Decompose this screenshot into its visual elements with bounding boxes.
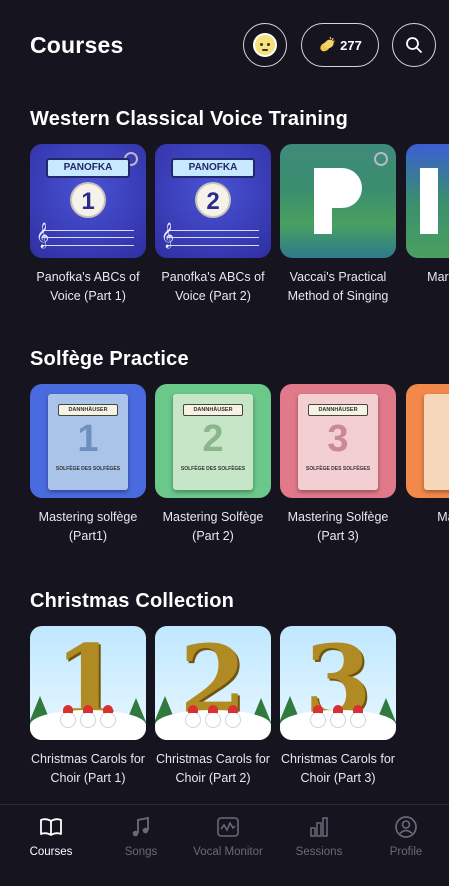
snowman-figure xyxy=(185,705,201,728)
progress-ring-icon xyxy=(374,152,388,166)
clapping-hands-icon xyxy=(320,36,335,52)
course-thumbnail xyxy=(406,384,449,498)
tab-label: Vocal Monitor xyxy=(193,846,263,858)
course-title: Marc Elemen xyxy=(427,270,449,284)
book-number: 1 xyxy=(77,418,99,460)
music-staff xyxy=(42,230,134,246)
book-cover: DANNHÄUSER 1 SOLFÈGE DES SOLFÈGES xyxy=(48,394,128,490)
search-button[interactable] xyxy=(392,23,436,67)
music-staff xyxy=(167,230,259,246)
course-thumbnail xyxy=(280,144,396,258)
course-title: Panofka's ABCs of Voice (Part 1) xyxy=(36,270,140,303)
thumbnail-banner: PANOFKA xyxy=(171,158,255,178)
course-row[interactable]: 1 Christmas Carols for Choir (Part 1) 2 … xyxy=(0,626,449,826)
course-thumbnail: DANNHÄUSER 1 SOLFÈGE DES SOLFÈGES xyxy=(30,384,146,498)
book-banner: DANNHÄUSER xyxy=(308,404,368,416)
tab-sessions[interactable]: Sessions xyxy=(279,814,359,858)
course-thumbnail: PANOFKA 1 𝄞 xyxy=(30,144,146,258)
snowman-figure xyxy=(330,705,346,728)
avatar xyxy=(253,33,277,57)
bar-chart-icon xyxy=(310,817,328,837)
course-thumbnail: DANNHÄUSER 2 SOLFÈGE DES SOLFÈGES xyxy=(155,384,271,498)
music-note-icon xyxy=(132,816,149,837)
treble-clef-icon: 𝄞 xyxy=(36,222,50,247)
section-title: Solfège Practice xyxy=(30,348,189,370)
course-title: Christmas Carols for Choir (Part 2) xyxy=(156,752,270,785)
tab-label: Sessions xyxy=(295,846,343,858)
avatar-button[interactable] xyxy=(243,23,287,67)
book-subtitle: SOLFÈGE DES SOLFÈGES xyxy=(305,466,371,472)
course-title: Mastering Solfège (Part 3) xyxy=(287,510,389,543)
tab-courses[interactable]: Courses xyxy=(11,814,91,858)
coins-button[interactable]: 277 xyxy=(301,23,379,67)
profile-icon xyxy=(395,816,417,838)
waveform-icon xyxy=(217,817,239,837)
thumbnail-number: 1 xyxy=(70,182,106,218)
letter-p-stem xyxy=(314,168,332,234)
thumbnail-number: 2 xyxy=(195,182,231,218)
book-icon xyxy=(40,818,62,836)
course-thumbnail: PANOFKA 2 𝄞 xyxy=(155,144,271,258)
letter-shape xyxy=(420,168,438,234)
book-subtitle: SOLFÈGE DES SOLFÈGES xyxy=(180,466,246,472)
snowman-figure xyxy=(100,705,116,728)
course-title: Christmas Carols for Choir (Part 1) xyxy=(31,752,145,785)
course-thumbnail xyxy=(406,144,449,258)
thumbnail-banner: PANOFKA xyxy=(46,158,130,178)
snowman-figure xyxy=(205,705,221,728)
course-thumbnail: 1 xyxy=(30,626,146,740)
course-title: Mastering Solfège (Part 2) xyxy=(162,510,264,543)
book-cover: DANNHÄUSER 3 SOLFÈGE DES SOLFÈGES xyxy=(298,394,378,490)
course-title: Mastering solfège (Part1) xyxy=(38,510,138,543)
search-icon xyxy=(406,37,422,53)
course-title: Master (F xyxy=(437,510,449,524)
header: Courses 277 xyxy=(0,20,449,72)
course-thumbnail: DANNHÄUSER 3 SOLFÈGE DES SOLFÈGES xyxy=(280,384,396,498)
tab-vocal-monitor[interactable]: Vocal Monitor xyxy=(188,814,268,858)
bottom-tab-bar: Courses Songs Vocal Monitor Sessions Pro… xyxy=(0,806,449,886)
book-subtitle: SOLFÈGE DES SOLFÈGES xyxy=(55,466,121,472)
book-number: 2 xyxy=(202,418,224,460)
tab-profile[interactable]: Profile xyxy=(366,814,446,858)
book-number: 3 xyxy=(327,418,349,460)
snowman-figure xyxy=(80,705,96,728)
tab-label: Songs xyxy=(124,846,158,858)
book-banner: DANNHÄUSER xyxy=(58,404,118,416)
tabbar-divider xyxy=(0,804,449,805)
course-row[interactable]: DANNHÄUSER 1 SOLFÈGE DES SOLFÈGES Master… xyxy=(0,384,449,584)
tab-label: Profile xyxy=(389,846,423,858)
course-thumbnail: 2 xyxy=(155,626,271,740)
tab-songs[interactable]: Songs xyxy=(101,814,181,858)
section-title: Western Classical Voice Training xyxy=(30,108,349,130)
course-title: Christmas Carols for Choir (Part 3) xyxy=(281,752,395,785)
book-banner: DANNHÄUSER xyxy=(183,404,243,416)
snowman-figure xyxy=(350,705,366,728)
snowman-figure xyxy=(310,705,326,728)
snowman-figure xyxy=(60,705,76,728)
course-title: Panofka's ABCs of Voice (Part 2) xyxy=(161,270,265,303)
course-thumbnail: 3 xyxy=(280,626,396,740)
book-cover xyxy=(424,394,449,490)
course-row[interactable]: PANOFKA 1 𝄞 Panofka's ABCs of Voice (Par… xyxy=(0,144,449,344)
snowman-figure xyxy=(225,705,241,728)
tab-label: Courses xyxy=(29,846,73,858)
section-title: Christmas Collection xyxy=(30,590,235,612)
coin-count: 277 xyxy=(340,37,362,53)
treble-clef-icon: 𝄞 xyxy=(161,222,175,247)
course-title: Vaccai's Practical Method of Singing xyxy=(287,270,389,303)
book-cover: DANNHÄUSER 2 SOLFÈGE DES SOLFÈGES xyxy=(173,394,253,490)
page-title: Courses xyxy=(30,32,124,58)
